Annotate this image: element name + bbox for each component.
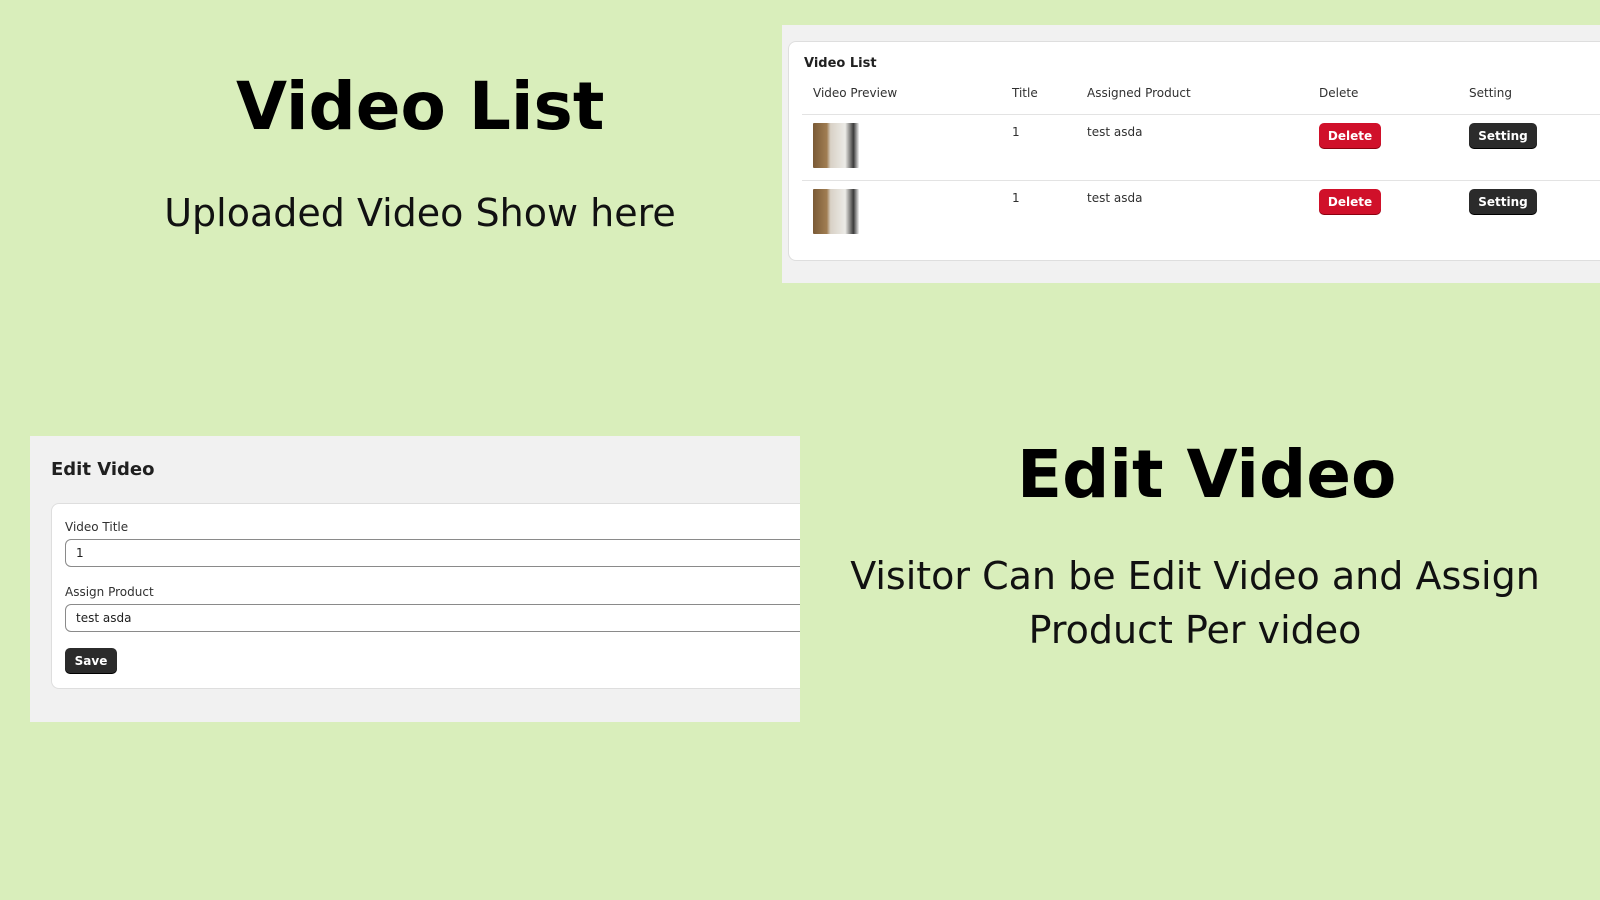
delete-button[interactable]: Delete [1319, 189, 1381, 214]
table-row: 1 test asda Delete Setting [802, 181, 1600, 246]
delete-button[interactable]: Delete [1319, 123, 1381, 148]
column-header-delete: Delete [1319, 86, 1359, 100]
column-header-title: Title [1012, 86, 1038, 100]
row-assigned-product: test asda [1087, 125, 1143, 139]
row-title: 1 [1012, 125, 1020, 139]
assign-product-label: Assign Product [65, 585, 154, 599]
table-row: 1 test asda Delete Setting [802, 115, 1600, 181]
edit-video-form: Video Title Assign Product Save [51, 503, 800, 689]
video-thumbnail[interactable] [813, 189, 859, 234]
column-header-video-preview: Video Preview [813, 86, 898, 100]
setting-button[interactable]: Setting [1469, 123, 1537, 148]
edit-video-panel: Edit Video Video Title Assign Product Sa… [30, 436, 800, 722]
promo-subtitle-video-list: Uploaded Video Show here [164, 191, 676, 235]
column-header-setting: Setting [1469, 86, 1512, 100]
video-title-input[interactable] [65, 539, 800, 567]
assign-product-input[interactable] [65, 604, 800, 632]
setting-button[interactable]: Setting [1469, 189, 1537, 214]
video-list-card: Video List Video Preview Title Assigned … [788, 41, 1600, 261]
edit-video-title: Edit Video [51, 459, 155, 480]
column-header-assigned-product: Assigned Product [1087, 86, 1191, 100]
video-list-panel: Video List Video Preview Title Assigned … [782, 25, 1600, 283]
promo-heading-edit-video: Edit Video [1017, 436, 1397, 513]
video-list-title: Video List [804, 56, 877, 71]
save-button[interactable]: Save [65, 648, 117, 673]
promo-subtitle-edit-video: Visitor Can be Edit Video and Assign Pro… [850, 554, 1540, 652]
video-thumbnail[interactable] [813, 123, 859, 168]
table-header: Video Preview Title Assigned Product Del… [802, 86, 1600, 115]
row-title: 1 [1012, 191, 1020, 205]
promo-heading-video-list: Video List [236, 68, 605, 145]
row-assigned-product: test asda [1087, 191, 1143, 205]
video-title-label: Video Title [65, 520, 129, 534]
